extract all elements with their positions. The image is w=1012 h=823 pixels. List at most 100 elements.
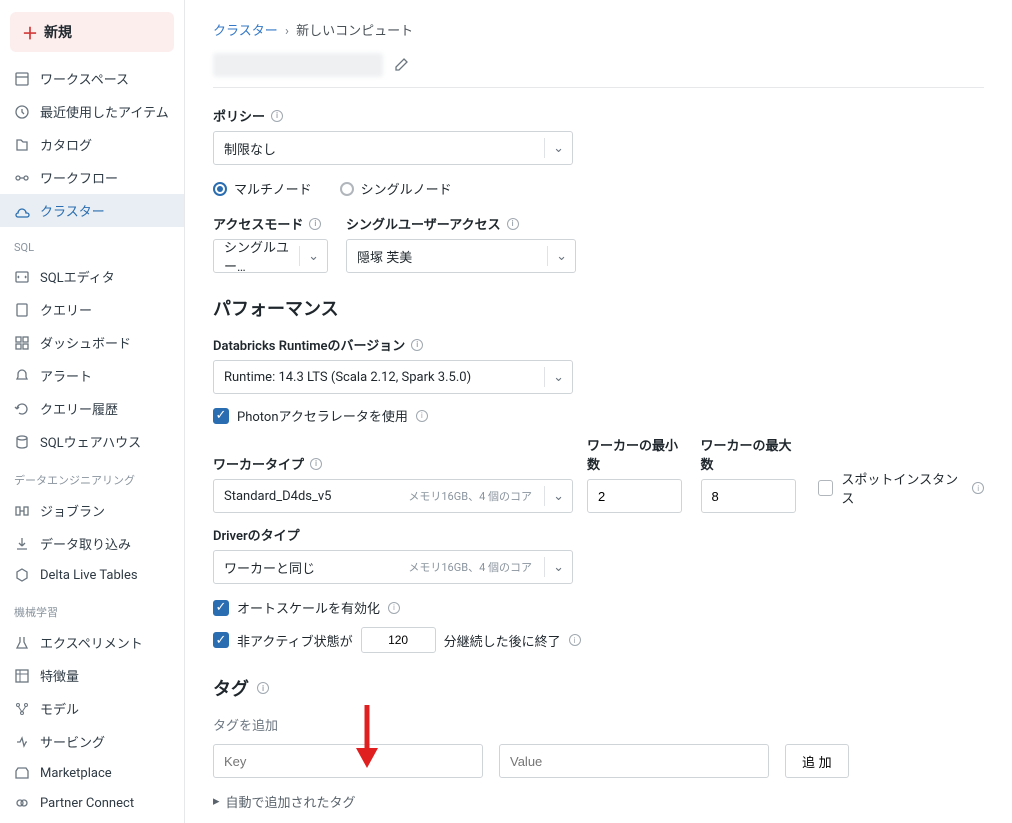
ingest-icon bbox=[14, 536, 30, 552]
section-label-de: データエンジニアリング bbox=[0, 458, 184, 494]
sidebar-item-recent[interactable]: 最近使用したアイテム bbox=[0, 95, 184, 128]
inactive-label-pre: 非アクティブ状態が bbox=[237, 631, 353, 650]
single-user-value: 隠塚 芙美 bbox=[357, 247, 412, 266]
sidebar-item-dashboard[interactable]: ダッシュボード bbox=[0, 326, 184, 359]
runtime-select[interactable]: Runtime: 14.3 LTS (Scala 2.12, Spark 3.5… bbox=[213, 360, 573, 394]
new-button-label: 新規 bbox=[44, 22, 72, 42]
sidebar-item-label: Delta Live Tables bbox=[40, 568, 138, 583]
single-user-label: シングルユーザーアクセス i bbox=[346, 214, 576, 233]
main-content: クラスター › 新しいコンピュート ポリシー i 制限なし ⌄ マルチノード シ… bbox=[185, 0, 1012, 823]
performance-title: パフォーマンス bbox=[213, 295, 984, 321]
runtime-value: Runtime: 14.3 LTS (Scala 2.12, Spark 3.5… bbox=[224, 370, 471, 385]
info-icon[interactable]: i bbox=[972, 482, 984, 494]
sidebar-item-workspace[interactable]: ワークスペース bbox=[0, 62, 184, 95]
workflow-icon bbox=[14, 170, 30, 186]
photon-label: Photonアクセラレータを使用 bbox=[237, 406, 408, 425]
autoscale-checkbox[interactable]: ✓ bbox=[213, 600, 229, 616]
info-icon[interactable]: i bbox=[309, 218, 321, 230]
auto-tags-label: 自動で追加されたタグ bbox=[226, 792, 356, 811]
policy-select[interactable]: 制限なし ⌄ bbox=[213, 131, 573, 165]
sidebar-item-label: モデル bbox=[40, 699, 79, 718]
driver-type-select[interactable]: ワーカーと同じ メモリ16GB、4 個のコア ⌄ bbox=[213, 550, 573, 584]
sidebar-item-feature[interactable]: 特徴量 bbox=[0, 659, 184, 692]
radio-label: マルチノード bbox=[234, 179, 312, 198]
breadcrumb: クラスター › 新しいコンピュート bbox=[213, 20, 984, 39]
sidebar-item-label: クエリー bbox=[40, 300, 92, 319]
sidebar-item-marketplace[interactable]: Marketplace bbox=[0, 758, 184, 788]
spot-checkbox[interactable] bbox=[818, 480, 833, 496]
info-icon[interactable]: i bbox=[271, 110, 283, 122]
radio-label: シングルノード bbox=[361, 179, 452, 198]
auto-tags-expand[interactable]: ▸ 自動で追加されたタグ bbox=[213, 792, 984, 811]
dashboard-icon bbox=[14, 335, 30, 351]
tags-title: タグ i bbox=[213, 675, 984, 701]
policy-label: ポリシー i bbox=[213, 106, 984, 125]
inactive-minutes-input[interactable] bbox=[361, 627, 436, 653]
radio-single-node[interactable]: シングルノード bbox=[340, 179, 452, 198]
min-workers-label: ワーカーの最小数 bbox=[587, 435, 687, 473]
experiment-icon bbox=[14, 635, 30, 651]
policy-value: 制限なし bbox=[224, 139, 276, 158]
worker-type-select[interactable]: Standard_D4ds_v5 メモリ16GB、4 個のコア ⌄ bbox=[213, 479, 573, 513]
chevron-down-icon: ⌄ bbox=[299, 246, 319, 266]
warehouse-icon bbox=[14, 434, 30, 450]
tag-value-input[interactable] bbox=[499, 744, 769, 778]
sidebar-item-label: SQLエディタ bbox=[40, 267, 115, 286]
driver-type-value: ワーカーと同じ bbox=[224, 558, 315, 577]
sidebar-item-sqlwarehouse[interactable]: SQLウェアハウス bbox=[0, 425, 184, 458]
sidebar-item-alert[interactable]: アラート bbox=[0, 359, 184, 392]
sidebar-item-jobrun[interactable]: ジョブラン bbox=[0, 494, 184, 527]
access-mode-select[interactable]: シングルユー… ⌄ bbox=[213, 239, 328, 273]
sidebar-item-query[interactable]: クエリー bbox=[0, 293, 184, 326]
model-icon bbox=[14, 701, 30, 717]
sidebar-item-catalog[interactable]: カタログ bbox=[0, 128, 184, 161]
sidebar-item-label: クエリー履歴 bbox=[40, 399, 118, 418]
info-icon[interactable]: i bbox=[569, 634, 581, 646]
sidebar-item-partner[interactable]: Partner Connect bbox=[0, 788, 184, 818]
sidebar-item-dlt[interactable]: Delta Live Tables bbox=[0, 560, 184, 590]
info-icon[interactable]: i bbox=[388, 602, 400, 614]
chevron-down-icon: ⌄ bbox=[544, 486, 564, 506]
section-label-ml: 機械学習 bbox=[0, 590, 184, 626]
history-icon bbox=[14, 401, 30, 417]
chevron-down-icon: ⌄ bbox=[547, 246, 567, 266]
inactive-checkbox[interactable]: ✓ bbox=[213, 632, 229, 648]
sidebar-item-model[interactable]: モデル bbox=[0, 692, 184, 725]
sidebar-item-cluster[interactable]: クラスター bbox=[0, 194, 184, 227]
worker-type-value: Standard_D4ds_v5 bbox=[224, 489, 331, 504]
runtime-label: Databricks Runtimeのバージョン i bbox=[213, 335, 984, 354]
info-icon[interactable]: i bbox=[507, 218, 519, 230]
divider bbox=[213, 87, 984, 88]
sidebar-item-label: アラート bbox=[40, 366, 92, 385]
photon-checkbox[interactable]: ✓ bbox=[213, 408, 229, 424]
cluster-icon bbox=[14, 203, 30, 219]
sidebar-item-label: クラスター bbox=[40, 201, 105, 220]
sidebar-item-ingest[interactable]: データ取り込み bbox=[0, 527, 184, 560]
edit-icon[interactable] bbox=[393, 57, 409, 73]
radio-icon bbox=[213, 182, 227, 196]
sidebar-item-queryhistory[interactable]: クエリー履歴 bbox=[0, 392, 184, 425]
tag-add-button[interactable]: 追 加 bbox=[785, 744, 849, 778]
sidebar-item-label: Partner Connect bbox=[40, 796, 134, 811]
sidebar-item-experiment[interactable]: エクスペリメント bbox=[0, 626, 184, 659]
tag-key-input[interactable] bbox=[213, 744, 483, 778]
partner-icon bbox=[14, 795, 30, 811]
breadcrumb-root[interactable]: クラスター bbox=[213, 24, 278, 39]
jobrun-icon bbox=[14, 503, 30, 519]
tags-add-label: タグを追加 bbox=[213, 715, 984, 734]
info-icon[interactable]: i bbox=[416, 410, 428, 422]
info-icon[interactable]: i bbox=[257, 682, 269, 694]
sidebar-item-serving[interactable]: サービング bbox=[0, 725, 184, 758]
min-workers-input[interactable] bbox=[587, 479, 682, 513]
sidebar-item-label: サービング bbox=[40, 732, 105, 751]
info-icon[interactable]: i bbox=[411, 339, 423, 351]
radio-multi-node[interactable]: マルチノード bbox=[213, 179, 312, 198]
single-user-select[interactable]: 隠塚 芙美 ⌄ bbox=[346, 239, 576, 273]
sidebar-item-workflow[interactable]: ワークフロー bbox=[0, 161, 184, 194]
new-button[interactable]: ＋ 新規 bbox=[10, 12, 174, 52]
max-workers-input[interactable] bbox=[701, 479, 796, 513]
breadcrumb-separator: › bbox=[285, 24, 289, 39]
sidebar-item-label: ジョブラン bbox=[40, 501, 105, 520]
sidebar-item-sqleditor[interactable]: SQLエディタ bbox=[0, 260, 184, 293]
info-icon[interactable]: i bbox=[310, 458, 322, 470]
